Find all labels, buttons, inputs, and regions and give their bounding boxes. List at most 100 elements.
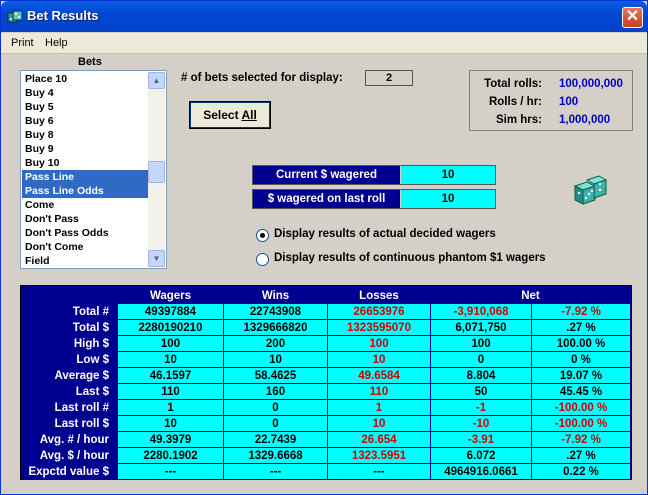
cell-losses: 100 [327,335,431,352]
cell-net: 6,071,750 [430,319,532,336]
header-losses: Losses [327,287,431,304]
cell-pct: -7.92 % [531,303,631,320]
table-row: Total $2280190210 1329666820 1323595070 6,0… [22,319,631,336]
select-all-mnemonic: All [241,108,257,122]
table-row: High $100 200 100 100 100.00 % [22,335,631,352]
radio-actual-dot [260,233,265,238]
last-roll-wagered-row: $ wagered on last roll 10 [252,189,496,209]
table-row: Avg. $ / hour 2280.1902 1329.6668 1323.5951… [22,447,631,464]
bet-list-item[interactable]: Pass Line Odds [22,184,149,198]
bets-listbox[interactable]: Place 10 Buy 4 Buy 5 Buy 6 Buy 8 Buy 9 Buy 10 P… [20,70,167,269]
bet-list-item[interactable]: Don't Come [22,240,149,254]
row-label: Low $ [22,351,118,368]
menu-bar: Print Help [1,33,647,54]
bet-results-window: Bet Results ✕ Print Help Bets Place 10 Bu… [0,0,648,495]
current-wagered-row: Current $ wagered 10 [252,165,496,185]
cell-losses: 1323.5951 [327,447,431,464]
total-rolls-label: Total rolls: [484,78,542,90]
bet-list-item[interactable]: Buy 10 [22,156,149,170]
cell-wins: 58.4625 [223,367,328,384]
cell-losses: --- [327,463,431,480]
bet-list-item[interactable]: Buy 9 [22,142,149,156]
menu-help[interactable]: Help [45,37,68,49]
table-row: Average $46.1597 58.4625 49.6584 8.804 19.07… [22,367,631,384]
select-all-button[interactable]: Select All [189,101,271,129]
bet-list-item[interactable]: Don't Pass Odds [22,226,149,240]
bet-list-item[interactable]: Come [22,198,149,212]
cell-wagers: 1 [117,399,224,416]
header-wagers: Wagers [117,287,224,304]
cell-net: 100 [430,335,532,352]
radio-phantom-wagers[interactable] [256,253,269,266]
scroll-thumb[interactable] [148,161,165,183]
bet-list-item[interactable]: Pass Line [22,170,149,184]
table-row: Last $110 160 110 50 45.45 % [22,383,631,400]
cell-wagers: 49397884 [117,303,224,320]
current-wagered-label: Current $ wagered [253,166,400,184]
chevron-down-icon: ▼ [152,254,161,263]
menu-print[interactable]: Print [11,37,34,49]
close-button[interactable]: ✕ [622,7,643,28]
scroll-down-button[interactable]: ▼ [148,250,165,267]
last-roll-wagered-label: $ wagered on last roll [253,190,400,208]
cell-wins: 1329.6668 [223,447,328,464]
current-wagered-value: 10 [401,166,495,184]
chevron-up-icon: ▲ [152,76,161,85]
cell-net: 8.804 [430,367,532,384]
cell-pct: 0 % [531,351,631,368]
cell-wagers: 2280190210 [117,319,224,336]
table-row: Last roll $10 0 10 -10 -100.00 % [22,415,631,432]
radio-actual-wagers[interactable] [256,229,269,242]
bet-list-item[interactable]: Don't Pass [22,212,149,226]
header-net: Net [430,287,631,304]
cell-losses: 26653976 [327,303,431,320]
row-label: Total # [22,303,118,320]
cell-net: 4964916.0661 [430,463,532,480]
listbox-scrollbar[interactable]: ▲ ▼ [148,72,165,267]
cell-net: -10 [430,415,532,432]
table-row: Expctd value $ --- --- --- 4964916.0661 0.22 … [22,463,631,480]
cell-wins: 1329666820 [223,319,328,336]
close-icon: ✕ [625,8,640,25]
cell-wagers: 10 [117,351,224,368]
cell-wins: 22.7439 [223,431,328,448]
cell-losses: 26.654 [327,431,431,448]
bets-selected-label: # of bets selected for display: [181,72,343,84]
sim-hours-value: 1,000,000 [559,114,611,126]
row-label: Last roll $ [22,415,118,432]
radio-phantom-label[interactable]: Display results of continuous phantom $1… [274,252,546,264]
cell-losses: 110 [327,383,431,400]
bet-list-item[interactable]: Buy 5 [22,100,149,114]
scroll-up-button[interactable]: ▲ [148,72,165,89]
cell-pct: 45.45 % [531,383,631,400]
cell-pct: -100.00 % [531,415,631,432]
bet-list-item[interactable]: Place 10 [22,72,149,86]
rolls-per-hour-label: Rolls / hr: [488,96,542,108]
cell-wagers: 110 [117,383,224,400]
cell-wagers: 46.1597 [117,367,224,384]
total-rolls-value: 100,000,000 [559,78,623,90]
cell-pct: 19.07 % [531,367,631,384]
cell-losses: 10 [327,415,431,432]
cell-pct: -7.92 % [531,431,631,448]
row-label: High $ [22,335,118,352]
cell-losses: 49.6584 [327,367,431,384]
last-roll-wagered-value: 10 [401,190,495,208]
header-blank [22,287,118,304]
sim-hours-label: Sim hrs: [495,114,542,126]
header-wins: Wins [223,287,328,304]
cell-wagers: 49.3979 [117,431,224,448]
cell-pct: -100.00 % [531,399,631,416]
cell-wagers: 100 [117,335,224,352]
row-label: Average $ [22,367,118,384]
row-label: Last roll # [22,399,118,416]
bet-list-item[interactable]: Buy 4 [22,86,149,100]
rolls-per-hour-value: 100 [559,96,579,108]
cell-wagers: 10 [117,415,224,432]
bet-list-item[interactable]: Buy 6 [22,114,149,128]
title-bar[interactable]: Bet Results ✕ [1,1,647,32]
radio-actual-label[interactable]: Display results of actual decided wagers [274,228,496,240]
bet-list-item[interactable]: Field [22,254,149,268]
bet-list-item[interactable]: Buy 8 [22,128,149,142]
table-row: Avg. # / hour 49.3979 22.7439 26.654 -3.91 -7… [22,431,631,448]
